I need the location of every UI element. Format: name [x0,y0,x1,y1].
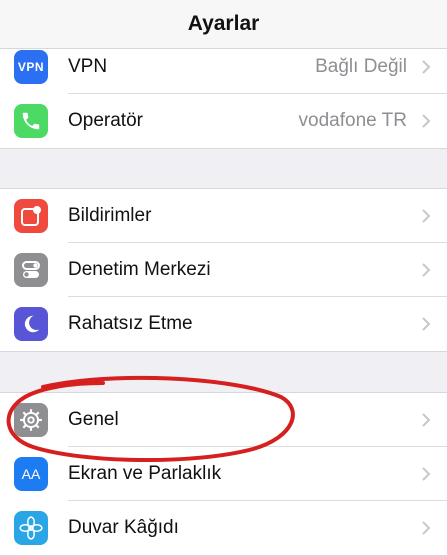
row-label: Genel [68,409,119,430]
row-label: Ekran ve Parlaklık [68,463,222,484]
navigation-bar: Ayarlar [0,0,447,49]
row-operator[interactable]: Operatör vodafone TR [0,94,447,148]
row-label: Denetim Merkezi [68,259,211,280]
chevron-right-icon [422,114,431,128]
row-label: VPN [68,56,108,77]
row-notifications[interactable]: Bildirimler [0,189,447,243]
vpn-icon: VPN [14,50,48,84]
row-label: Duvar Kâğıdı [68,517,179,538]
row-general[interactable]: Genel [0,393,447,447]
chevron-right-icon [422,263,431,277]
page-title: Ayarlar [187,12,260,35]
notifications-icon [14,199,48,233]
settings-group-general: Genel AA Ekran ve Parlaklık Duvar Kâğıdı [0,392,447,556]
row-label: Operatör [68,110,143,131]
row-label: Rahatsız Etme [68,313,193,334]
phone-icon [14,104,48,138]
chevron-right-icon [422,209,431,223]
row-value: vodafone TR [298,110,407,131]
control-center-icon [14,253,48,287]
row-do-not-disturb[interactable]: Rahatsız Etme [0,297,447,351]
chevron-right-icon [422,413,431,427]
flower-icon [14,511,48,545]
settings-group-notifications: Bildirimler Denetim Merkezi Rahatsız Etm… [0,188,447,352]
display-brightness-icon: AA [14,457,48,491]
moon-icon [14,307,48,341]
chevron-right-icon [422,60,431,74]
gear-icon [14,403,48,437]
settings-group-network: VPN VPN Bağlı Değil Operatör vodafone TR [0,39,447,149]
row-control-center[interactable]: Denetim Merkezi [0,243,447,297]
chevron-right-icon [422,467,431,481]
chevron-right-icon [422,521,431,535]
row-value: Bağlı Değil [315,56,407,77]
row-wallpaper[interactable]: Duvar Kâğıdı [0,501,447,555]
row-label: Bildirimler [68,205,152,226]
row-display-brightness[interactable]: AA Ekran ve Parlaklık [0,447,447,501]
chevron-right-icon [422,317,431,331]
